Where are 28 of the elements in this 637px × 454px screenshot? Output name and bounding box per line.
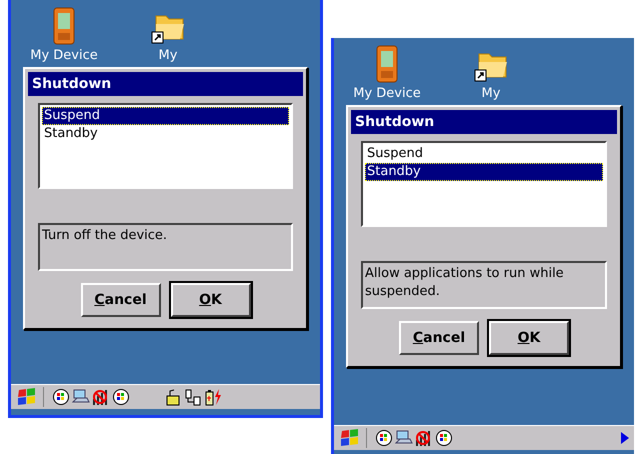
ok-button[interactable]: OK (489, 321, 569, 355)
desktop-icon-label[interactable]: My Device (353, 86, 421, 101)
list-option[interactable]: Suspend (365, 145, 603, 163)
sync-icon[interactable] (112, 388, 130, 406)
desktop-icon-label[interactable]: My Device (30, 48, 98, 63)
list-option[interactable]: Standby (365, 163, 603, 181)
sync-icon[interactable] (52, 388, 70, 406)
desktop-icon-label[interactable]: My (158, 48, 178, 63)
right-arrow-icon[interactable] (620, 431, 630, 445)
description-box: Allow applications to run while suspended. (361, 261, 607, 309)
battery-charging-icon[interactable] (204, 388, 222, 406)
desktop-icon-label[interactable]: My (482, 86, 500, 101)
ok-button[interactable]: OK (170, 283, 250, 317)
dialog-title: Shutdown (28, 72, 303, 96)
start-flag-icon[interactable] (15, 387, 44, 407)
list-option[interactable]: Suspend (42, 107, 289, 125)
cancel-button[interactable]: Cancel (80, 283, 160, 317)
dialog-title: Shutdown (351, 110, 617, 134)
no-signal-icon[interactable] (415, 429, 433, 447)
connection-icon[interactable] (184, 388, 202, 406)
start-flag-icon[interactable] (338, 428, 367, 448)
sync-icon[interactable] (375, 429, 393, 447)
no-signal-icon[interactable] (92, 388, 110, 406)
sync-icon[interactable] (435, 429, 453, 447)
cancel-button[interactable]: Cancel (399, 321, 479, 355)
list-option[interactable]: Standby (42, 125, 289, 143)
description-box: Turn off the device. (38, 223, 293, 271)
padlock-icon[interactable] (164, 388, 182, 406)
